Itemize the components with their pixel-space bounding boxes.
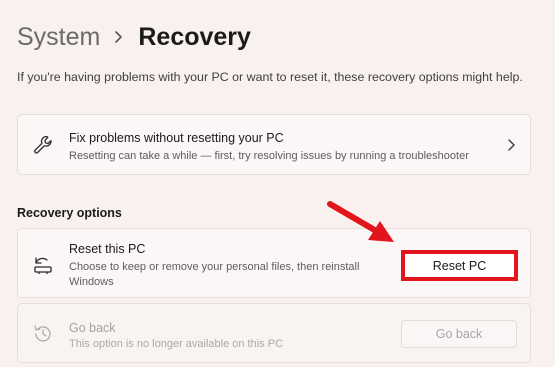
go-back-title: Go back [69,321,116,335]
reset-pc-subtitle: Choose to keep or remove your personal f… [69,261,360,288]
go-back-button[interactable]: Go back [401,320,517,348]
reset-pc-title: Reset this PC [69,242,146,256]
history-icon [32,323,54,345]
chevron-right-icon [114,30,123,44]
reset-pc-icon [32,254,54,276]
go-back-subtitle: This option is no longer available on th… [69,338,284,350]
go-back-card: Go back This option is no longer availab… [17,303,531,363]
page-description: If you're having problems with your PC o… [17,70,523,84]
breadcrumb-system[interactable]: System [17,20,100,54]
fix-problems-subtitle: Resetting can take a while — first, try … [69,150,469,162]
fix-problems-title: Fix problems without resetting your PC [69,131,284,145]
reset-pc-button[interactable]: Reset PC [401,250,518,281]
page-title: Recovery [138,23,251,51]
fix-problems-card[interactable]: Fix problems without resetting your PC R… [17,114,531,175]
chevron-right-icon[interactable] [506,138,516,152]
wrench-icon [32,134,54,156]
breadcrumb: System Recovery [17,20,251,54]
recovery-options-heading: Recovery options [17,206,122,220]
annotation-arrow-icon [327,201,394,242]
